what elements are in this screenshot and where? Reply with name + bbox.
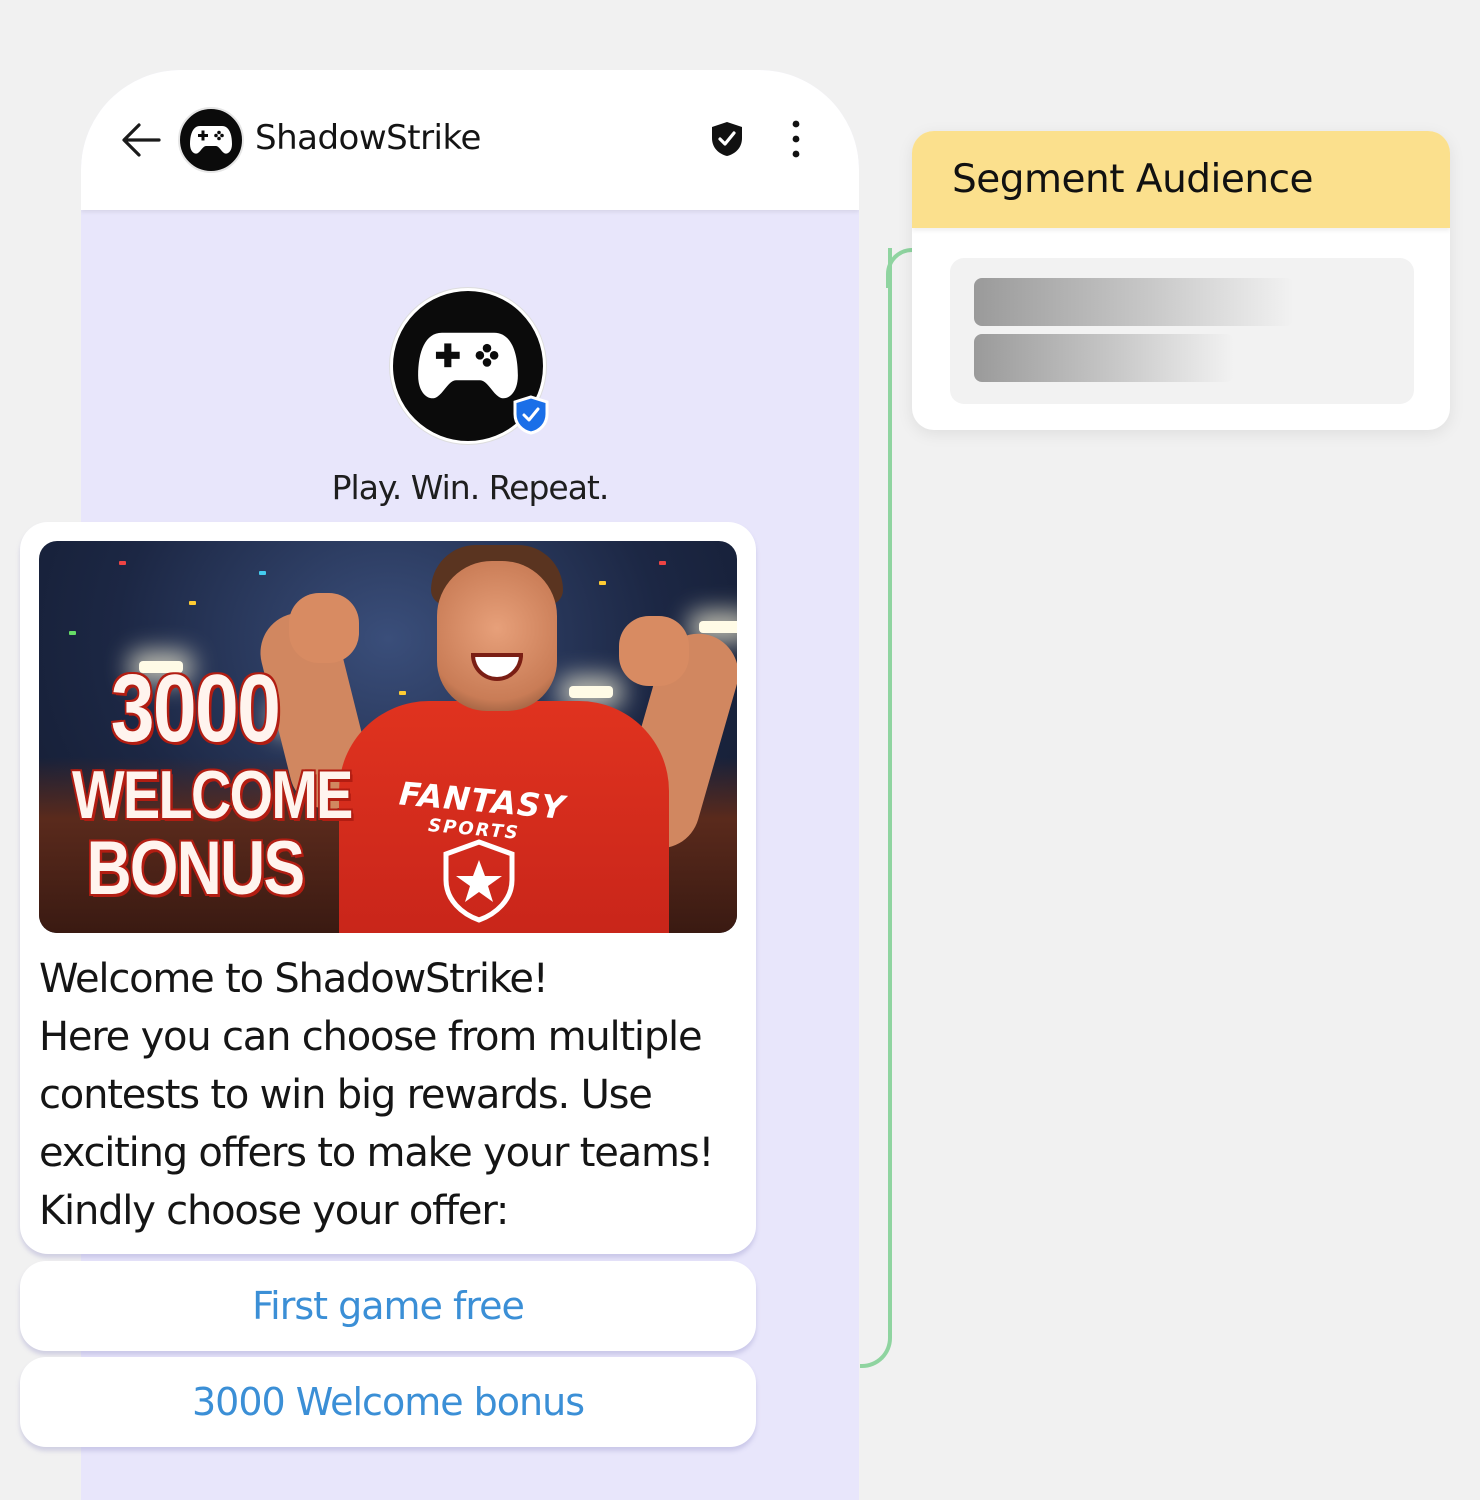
message-line: exciting offers to make your teams! [39, 1130, 714, 1176]
shirt-print: FANTASY SPORTS [397, 774, 567, 844]
back-arrow-icon[interactable] [121, 122, 161, 158]
flow-connector [860, 248, 892, 1368]
message-line: Kindly choose your offer: [39, 1188, 509, 1234]
message-line: contests to win big rewards. Use [39, 1072, 653, 1118]
chat-title: ShadowStrike [255, 118, 481, 158]
chat-header: ShadowStrike [81, 70, 859, 210]
skeleton-line [974, 334, 1234, 382]
message-line: Here you can choose from multiple [39, 1014, 703, 1060]
promo-image: FANTASY SPORTS 3000 WELCOME BONUS [39, 541, 737, 933]
promo-headline: 3000 WELCOME BONUS [72, 655, 353, 911]
gamepad-icon [418, 332, 518, 399]
header-avatar[interactable] [178, 107, 244, 173]
star-shield-icon [443, 839, 515, 923]
message-line: Welcome to ShadowStrike! [39, 956, 549, 1002]
segment-audience-card[interactable]: Segment Audience [912, 131, 1450, 430]
segment-placeholder [950, 258, 1414, 404]
verified-badge-icon [513, 395, 549, 435]
rich-message-card: FANTASY SPORTS 3000 WELCOME BONUS Welcom… [20, 522, 756, 1254]
segment-card-title: Segment Audience [912, 131, 1450, 228]
more-options-icon[interactable] [781, 118, 811, 160]
message-body: Welcome to ShadowStrike! Here you can ch… [39, 950, 749, 1240]
verified-shield-icon [712, 122, 742, 156]
gamepad-icon [190, 126, 232, 154]
quick-reply-welcome-bonus[interactable]: 3000 Welcome bonus [20, 1357, 756, 1447]
quick-reply-first-game-free[interactable]: First game free [20, 1261, 756, 1351]
skeleton-line [974, 278, 1294, 326]
profile-tagline: Play. Win. Repeat. [331, 468, 610, 507]
